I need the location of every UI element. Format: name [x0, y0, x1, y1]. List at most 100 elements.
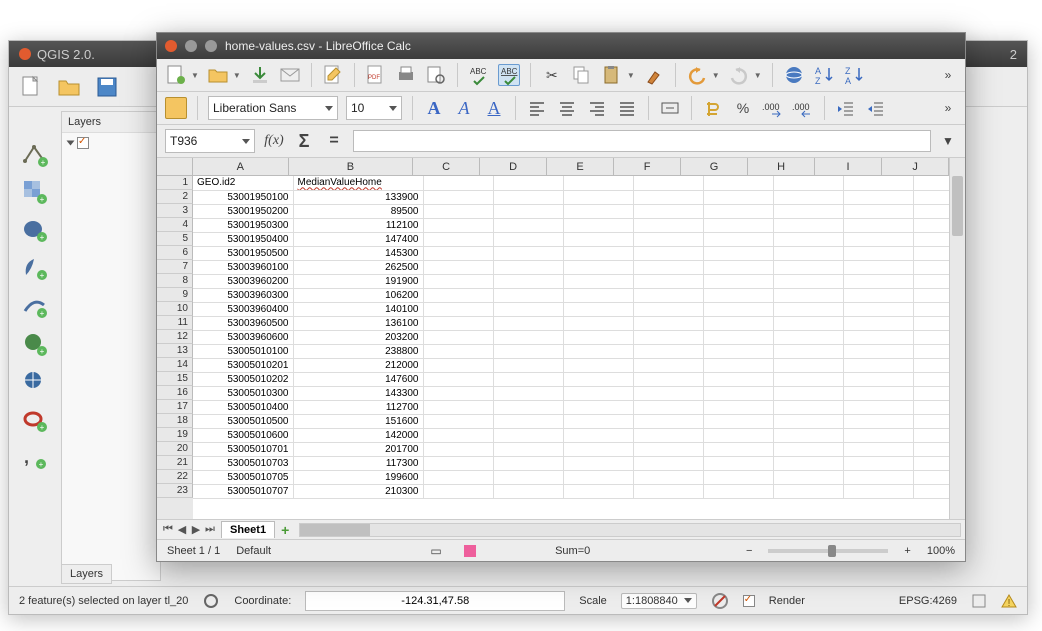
font-size-select[interactable]: 10 [346, 96, 402, 120]
cell[interactable] [563, 414, 633, 428]
spatialite-icon[interactable]: + [22, 255, 48, 281]
cell[interactable] [423, 190, 493, 204]
cell[interactable] [423, 372, 493, 386]
cell[interactable] [563, 330, 633, 344]
cell[interactable] [843, 204, 913, 218]
open-icon[interactable] [207, 64, 229, 86]
dropdown-icon[interactable] [389, 106, 397, 111]
cell[interactable] [563, 344, 633, 358]
cell[interactable]: 262500 [293, 260, 423, 274]
cell[interactable] [493, 414, 563, 428]
render-checkbox[interactable] [743, 595, 755, 607]
cell[interactable]: 53001950200 [193, 204, 293, 218]
tab-last-icon[interactable]: ⏭ [203, 523, 217, 536]
row-header[interactable]: 1 [157, 176, 193, 190]
cell[interactable] [843, 442, 913, 456]
cell[interactable] [633, 176, 703, 190]
cell[interactable]: 53005010707 [193, 484, 293, 498]
increase-indent-icon[interactable] [865, 97, 887, 119]
cell[interactable] [493, 232, 563, 246]
cell[interactable] [633, 330, 703, 344]
cell[interactable] [843, 372, 913, 386]
cell[interactable] [633, 372, 703, 386]
open-folder-icon[interactable] [57, 75, 81, 99]
cell[interactable] [423, 288, 493, 302]
cell[interactable] [423, 330, 493, 344]
cell[interactable] [703, 232, 773, 246]
cell[interactable] [773, 470, 843, 484]
auto-spellcheck-icon[interactable]: ABC [498, 64, 520, 86]
cell[interactable]: 53003960100 [193, 260, 293, 274]
cell[interactable] [493, 316, 563, 330]
expand-icon[interactable] [67, 141, 75, 146]
formula-dropdown-icon[interactable]: ▼ [939, 132, 957, 150]
cell[interactable] [423, 204, 493, 218]
save-icon[interactable] [249, 64, 271, 86]
sort-asc-icon[interactable]: AZ [813, 64, 835, 86]
cell[interactable] [563, 232, 633, 246]
row-header[interactable]: 4 [157, 218, 193, 232]
spellcheck-abc-icon[interactable]: ABC [468, 64, 490, 86]
cell[interactable] [843, 386, 913, 400]
cell[interactable] [493, 484, 563, 498]
cell[interactable] [843, 246, 913, 260]
cell[interactable] [843, 176, 913, 190]
cell[interactable] [633, 260, 703, 274]
cell[interactable] [843, 428, 913, 442]
cell[interactable]: 53005010705 [193, 470, 293, 484]
cell[interactable]: 53003960400 [193, 302, 293, 316]
cell[interactable] [563, 288, 633, 302]
decrease-indent-icon[interactable] [835, 97, 857, 119]
new-doc-icon[interactable] [165, 64, 187, 86]
paste-icon[interactable] [601, 64, 623, 86]
sort-desc-icon[interactable]: ZA [843, 64, 865, 86]
row-headers[interactable]: 1234567891011121314151617181920212223 [157, 176, 193, 519]
cell[interactable] [563, 456, 633, 470]
row-header[interactable]: 18 [157, 414, 193, 428]
cell[interactable]: 201700 [293, 442, 423, 456]
cell[interactable] [423, 302, 493, 316]
column-header[interactable]: C [413, 158, 480, 176]
align-right-icon[interactable] [586, 97, 608, 119]
cell[interactable] [493, 260, 563, 274]
db-elephant-icon[interactable]: + [22, 217, 48, 243]
page-style[interactable]: Default [236, 545, 271, 557]
cell[interactable]: 151600 [293, 414, 423, 428]
row-header[interactable]: 8 [157, 274, 193, 288]
hyperlink-globe-icon[interactable] [783, 64, 805, 86]
row-header[interactable]: 12 [157, 330, 193, 344]
cell[interactable]: 117300 [293, 456, 423, 470]
align-center-icon[interactable] [556, 97, 578, 119]
cell[interactable] [493, 400, 563, 414]
cell[interactable] [563, 484, 633, 498]
window-close-icon[interactable] [165, 40, 177, 52]
row-header[interactable]: 23 [157, 484, 193, 498]
cell[interactable] [563, 260, 633, 274]
scale-dropdown-icon[interactable] [684, 598, 692, 603]
cell[interactable]: 53005010500 [193, 414, 293, 428]
save-icon[interactable] [95, 75, 119, 99]
cell[interactable]: 53005010300 [193, 386, 293, 400]
column-header[interactable]: J [882, 158, 949, 176]
cell[interactable] [703, 260, 773, 274]
cell[interactable]: 53005010400 [193, 400, 293, 414]
cell[interactable] [563, 176, 633, 190]
toggle-icon[interactable] [202, 592, 220, 610]
cell[interactable] [773, 386, 843, 400]
dropdown-icon[interactable] [242, 139, 250, 144]
cell[interactable] [773, 190, 843, 204]
row-header[interactable]: 21 [157, 456, 193, 470]
window-minimize-icon[interactable] [185, 40, 197, 52]
email-icon[interactable] [279, 64, 301, 86]
print-preview-icon[interactable] [425, 64, 447, 86]
row-header[interactable]: 5 [157, 232, 193, 246]
cell[interactable] [773, 330, 843, 344]
cell[interactable] [493, 288, 563, 302]
cell[interactable] [773, 176, 843, 190]
cell[interactable]: 210300 [293, 484, 423, 498]
cell[interactable] [563, 204, 633, 218]
toolbar-overflow-icon[interactable]: » [939, 99, 957, 117]
cell[interactable] [633, 358, 703, 372]
cell[interactable] [493, 456, 563, 470]
cell[interactable]: 112700 [293, 400, 423, 414]
